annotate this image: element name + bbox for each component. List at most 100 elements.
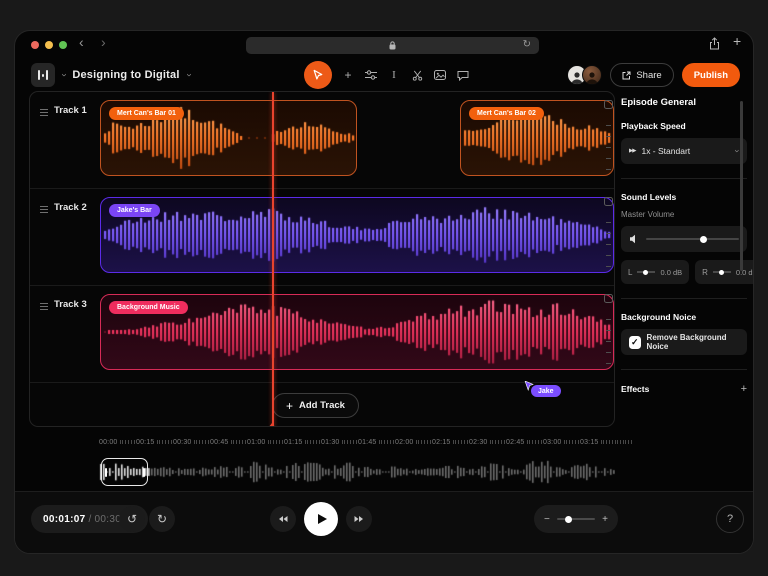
back-icon[interactable]: ‹	[79, 34, 84, 50]
address-bar[interactable]: ↻	[246, 37, 539, 54]
zoom-out-icon[interactable]: −	[544, 514, 550, 525]
remove-background-noise-row[interactable]: ✓ Remove Background Noice	[621, 329, 747, 355]
minimize-window-button[interactable]	[45, 41, 53, 49]
undo-button[interactable]: ↺	[119, 506, 145, 532]
share-sheet-icon[interactable]	[709, 37, 720, 50]
waveform-canvas	[101, 198, 613, 272]
new-tab-icon[interactable]: +	[733, 33, 741, 49]
audio-clip[interactable]: Background Music	[100, 294, 614, 370]
audio-clip[interactable]: Mert Can's Bar 02	[460, 100, 614, 176]
ruler-tick	[202, 440, 203, 444]
ruler-tick	[620, 440, 621, 444]
track-level-scale[interactable]	[602, 294, 614, 370]
media-tool-button[interactable]	[433, 67, 447, 83]
check-icon: ✓	[631, 337, 639, 348]
audio-overview-minimap[interactable]	[99, 457, 615, 487]
clip-badge[interactable]: Mert Can's Bar 01	[109, 107, 184, 120]
playhead[interactable]	[272, 92, 274, 427]
track-drag-handle-icon[interactable]	[40, 109, 48, 116]
ruler-tick	[416, 440, 417, 444]
ruler-tick	[242, 440, 243, 444]
add-tool-button[interactable]: +	[341, 67, 355, 83]
track-row: Track 2 Jake's Bar	[30, 189, 614, 286]
track-expand-icon[interactable]	[604, 100, 613, 109]
project-title[interactable]: Designing to Digital	[72, 69, 179, 81]
skip-forward-button[interactable]	[346, 506, 372, 532]
volume-slider-thumb[interactable]	[700, 236, 707, 243]
zoom-slider-thumb[interactable]	[565, 516, 572, 523]
ruler-tick	[390, 440, 391, 444]
checkbox-checked[interactable]: ✓	[629, 336, 641, 349]
ruler-tick	[236, 440, 237, 444]
redo-button[interactable]: ↻	[149, 506, 175, 532]
playhead-marker-icon[interactable]	[268, 423, 276, 427]
ruler-tick	[628, 440, 629, 444]
cut-tool-button[interactable]	[410, 67, 424, 83]
skip-back-button[interactable]	[270, 506, 296, 532]
slider-thumb[interactable]	[643, 270, 648, 275]
minimap-viewport-handle[interactable]	[101, 458, 148, 486]
adjust-tool-button[interactable]	[364, 67, 378, 83]
chevron-down-icon[interactable]: ›	[59, 73, 69, 76]
comment-tool-button[interactable]	[456, 67, 470, 83]
divider	[621, 298, 747, 299]
clip-badge[interactable]: Background Music	[109, 301, 188, 314]
refresh-icon[interactable]: ↻	[523, 39, 531, 50]
share-button[interactable]: Share	[610, 63, 673, 87]
clip-badge[interactable]: Mert Can's Bar 02	[469, 107, 544, 120]
playback-speed-select[interactable]: ▶▶ 1x - Standart ›	[621, 138, 747, 164]
ruler-tick	[353, 440, 354, 444]
app-logo-icon[interactable]	[31, 63, 55, 87]
comment-icon	[457, 70, 469, 81]
track-drag-handle-icon[interactable]	[40, 303, 48, 310]
ruler-tick	[612, 440, 613, 444]
track-level-scale[interactable]	[602, 197, 614, 273]
audio-clip[interactable]: Jake's Bar	[100, 197, 614, 273]
ruler-tick	[424, 440, 425, 444]
add-track-label: Add Track	[299, 400, 345, 411]
forward-icon[interactable]: ›	[101, 34, 106, 50]
ruler-tick	[356, 440, 357, 444]
cursor-tool-button[interactable]	[304, 61, 332, 89]
right-channel-slider[interactable]	[713, 271, 731, 273]
text-tool-button[interactable]: I	[387, 67, 401, 83]
collaborator-name-badge: Jake	[531, 385, 561, 397]
track-expand-icon[interactable]	[604, 197, 613, 206]
ruler-tick	[379, 440, 380, 444]
ruler-tick	[239, 440, 240, 444]
timeline-ruler[interactable]: 00:0000:1500:3000:4501:0001:1501:3001:45…	[99, 435, 654, 449]
right-channel-control[interactable]: R 0.0 dB	[695, 260, 754, 284]
track-name[interactable]: Track 3	[54, 299, 87, 310]
add-track-button[interactable]: + Add Track	[272, 393, 359, 418]
ruler-tick	[120, 440, 121, 444]
audio-clip[interactable]: Mert Can's Bar 01	[100, 100, 357, 176]
add-effect-icon[interactable]: +	[741, 383, 747, 395]
zoom-in-icon[interactable]: +	[602, 514, 608, 525]
track-name[interactable]: Track 1	[54, 105, 87, 116]
left-channel-control[interactable]: L 0.0 dB	[621, 260, 689, 284]
ruler-tick	[529, 440, 530, 444]
zoom-slider[interactable]	[557, 518, 595, 520]
track-level-scale[interactable]	[602, 100, 614, 176]
slider-thumb[interactable]	[719, 270, 724, 275]
sound-levels-heading: Sound Levels	[621, 192, 747, 202]
play-button[interactable]	[304, 502, 338, 536]
skip-forward-icon	[354, 515, 364, 523]
track-drag-handle-icon[interactable]	[40, 206, 48, 213]
track-name[interactable]: Track 2	[54, 202, 87, 213]
zoom-control: − +	[534, 505, 618, 533]
zoom-window-button[interactable]	[59, 41, 67, 49]
chevron-down-icon[interactable]: ›	[183, 73, 193, 76]
ruler-tick	[276, 440, 277, 444]
publish-button[interactable]: Publish	[682, 63, 740, 87]
avatar[interactable]	[582, 65, 602, 85]
close-window-button[interactable]	[31, 41, 39, 49]
clip-badge[interactable]: Jake's Bar	[109, 204, 160, 217]
left-channel-slider[interactable]	[637, 271, 655, 273]
track-expand-icon[interactable]	[604, 294, 613, 303]
sidebar-scrollbar[interactable]	[740, 101, 743, 271]
help-button[interactable]: ?	[716, 505, 744, 533]
timeline-tick-label: 01:45	[358, 439, 377, 446]
ruler-tick	[350, 440, 351, 444]
master-volume-slider[interactable]	[646, 238, 739, 240]
